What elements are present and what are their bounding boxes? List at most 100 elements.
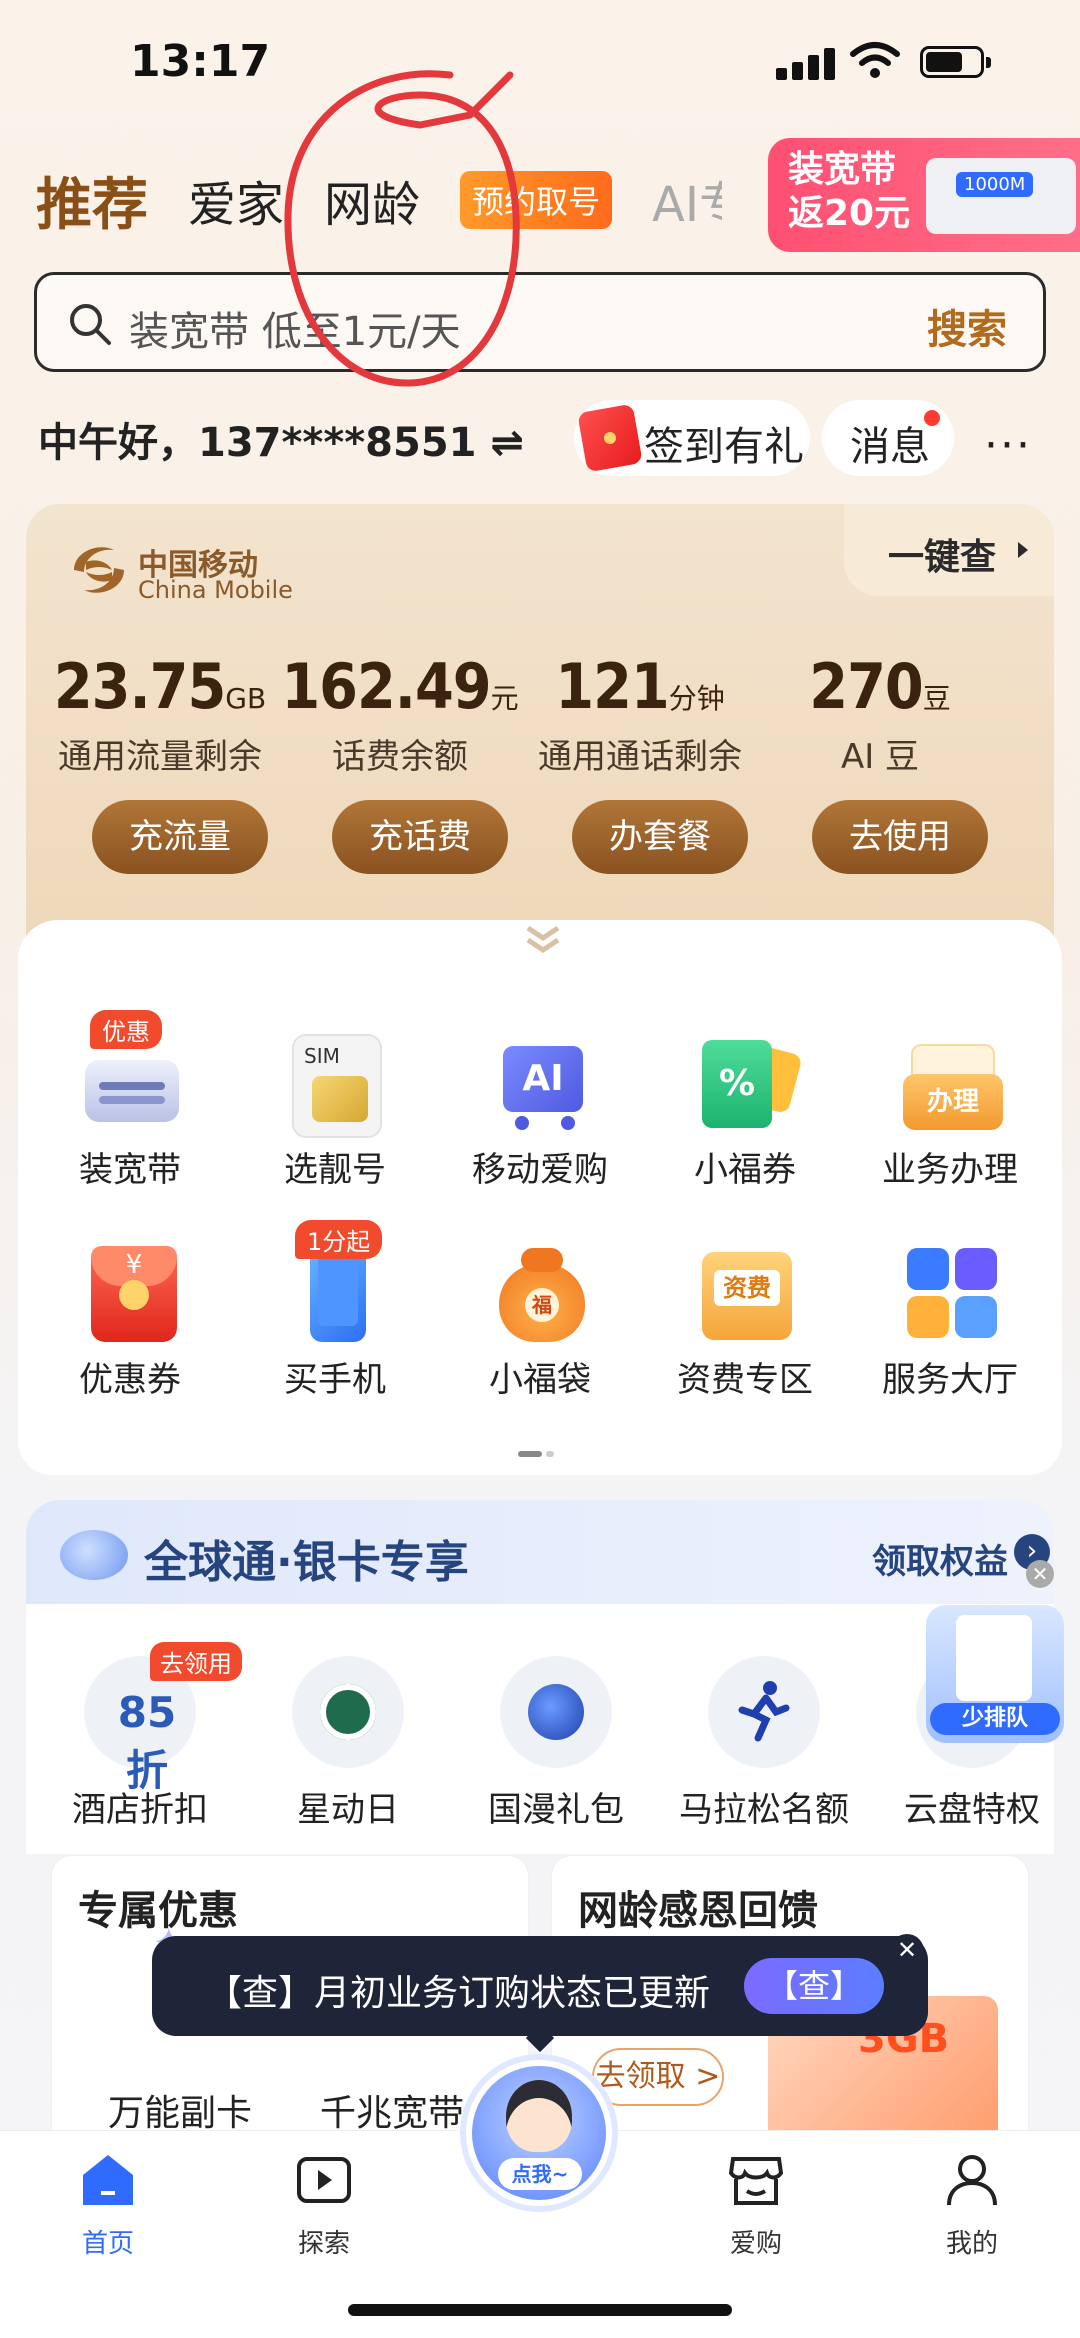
tab-shop[interactable]: 爱购 — [676, 2151, 836, 2260]
perk-hotel[interactable]: 85折 去领用 酒店折扣 — [40, 1642, 242, 1831]
service-broadband[interactable]: 优惠 装宽带 — [30, 1010, 230, 1191]
stat-unit: 元 — [490, 682, 519, 715]
promo-speed-tag: 1000M — [956, 172, 1034, 197]
assistant-label: 点我~ — [498, 2158, 582, 2190]
perks-panel: 85折 去领用 酒店折扣 星动日 国漫礼包 马拉松名额 云盘特权 — [26, 1604, 1054, 1854]
assistant-avatar-icon — [506, 2080, 572, 2152]
tab-network-age[interactable]: 网龄 — [324, 165, 420, 235]
queue-float-button[interactable]: 少排队 — [926, 1605, 1064, 1743]
recharge-balance-button[interactable]: 充话费 — [332, 800, 508, 874]
discount-text: 85折 — [117, 1688, 177, 1795]
stat-balance[interactable]: 162.49元 话费余额 — [280, 650, 520, 778]
tab-reserve-number[interactable]: 预约取号 — [460, 171, 613, 229]
toast-check-button[interactable]: 【查】 — [744, 1958, 884, 2014]
battery-icon — [920, 46, 991, 78]
tab-home-bottom[interactable]: 首页 — [28, 2151, 188, 2260]
perk-comic[interactable]: 国漫礼包 — [456, 1656, 656, 1831]
service-buy-phone[interactable]: 1分起 买手机 — [235, 1220, 435, 1401]
claim-benefits-link[interactable]: 领取权益 — [872, 1534, 1008, 1583]
search-icon — [70, 304, 111, 345]
service-label: 小福券 — [694, 1150, 796, 1190]
sim-card-icon: SIM — [280, 1030, 390, 1136]
user-icon — [947, 2155, 997, 2206]
greeting-phone[interactable]: 中午好，137****8551 ⇌ — [38, 410, 524, 468]
signin-button[interactable]: 签到有礼 — [574, 400, 810, 476]
stat-unit: 豆 — [922, 682, 951, 715]
business-text: 办理 — [903, 1074, 1003, 1130]
tariff-box-icon: 资费 — [690, 1240, 800, 1340]
stat-desc: 话费余额 — [332, 737, 468, 777]
globe-icon — [500, 1656, 612, 1768]
business-folder-icon: 办理 — [895, 1030, 1005, 1130]
recharge-data-button[interactable]: 充流量 — [92, 800, 268, 874]
coupon-percent-icon: % — [690, 1030, 803, 1130]
stat-value: 121 — [555, 650, 669, 723]
close-icon[interactable]: ✕ — [1026, 1560, 1054, 1588]
messages-label: 消息 — [850, 424, 930, 470]
home-indicator[interactable] — [348, 2304, 732, 2316]
promo-text: 装宽带 返20元 — [788, 149, 911, 234]
service-lucky-bag[interactable]: 福 小福袋 — [440, 1240, 640, 1401]
service-tariff[interactable]: 资费 资费专区 — [645, 1240, 845, 1401]
yuan-text: ¥ — [125, 1250, 143, 1280]
starbucks-icon — [292, 1656, 404, 1768]
plan-button[interactable]: 办套餐 — [572, 800, 748, 874]
broadband-promo-banner[interactable]: 装宽带 返20元 1000M — [768, 138, 1080, 252]
offer-sub-card[interactable]: 万能副卡 — [108, 2084, 252, 2136]
perk-badge: 去领用 — [150, 1642, 242, 1681]
global-card-header[interactable]: 全球通·银卡专享 领取权益 › — [26, 1500, 1054, 1620]
update-toast: 【查】月初业务订购状态已更新 【查】 ✕ — [152, 1934, 928, 2053]
stat-unit: GB — [225, 682, 267, 715]
perk-label: 马拉松名额 — [679, 1790, 849, 1830]
service-label: 选靓号 — [284, 1150, 386, 1190]
china-mobile-logo-icon — [74, 547, 124, 593]
service-pick-number[interactable]: SIM 选靓号 — [235, 1030, 435, 1191]
service-business[interactable]: 办理 业务办理 — [850, 1030, 1050, 1191]
perk-starbucks[interactable]: 星动日 — [248, 1656, 448, 1831]
stat-unit: 分钟 — [668, 682, 725, 715]
status-time: 13:17 — [130, 36, 271, 87]
offer-gigabit[interactable]: 千兆宽带 — [320, 2084, 464, 2136]
tab-recommend[interactable]: 推荐 — [36, 160, 148, 241]
stat-ai-beans[interactable]: 270豆 AI 豆 — [760, 650, 1000, 778]
tab-explore[interactable]: 探索 — [244, 2151, 404, 2260]
status-bar: 13:17 — [0, 0, 1080, 130]
quick-check-button[interactable]: 一键查 — [844, 504, 1054, 596]
service-label: 服务大厅 — [882, 1360, 1018, 1400]
more-menu-icon[interactable]: ··· — [984, 420, 1032, 471]
stat-voice[interactable]: 121分钟 通用通话剩余 — [520, 650, 760, 778]
global-card-title: 全球通·银卡专享 — [144, 1537, 469, 1588]
claim-button[interactable]: 去领取 > — [592, 2048, 724, 2106]
service-coupons[interactable]: % 小福券 — [645, 1030, 845, 1191]
service-hall[interactable]: 服务大厅 — [850, 1240, 1050, 1401]
signal-icon — [776, 46, 836, 80]
close-icon[interactable]: ✕ — [890, 1934, 924, 1968]
perk-marathon[interactable]: 马拉松名额 — [664, 1656, 864, 1831]
service-grid: 优惠 装宽带 SIM 选靓号 AI 移动爱购 % 小福券 办理 业务办理 ¥ 优… — [18, 920, 1062, 1475]
stat-data[interactable]: 23.75GB 通用流量剩余 — [40, 650, 280, 778]
tab-label: 我的 — [945, 2229, 998, 2259]
card-title: 网龄感恩回馈 — [578, 1888, 818, 1934]
ai-assistant-button[interactable]: 点我~ — [466, 2060, 612, 2206]
account-card: 中国移动 China Mobile 一键查 23.75GB 通用流量剩余 162… — [26, 504, 1054, 984]
tab-home[interactable]: 爱家 — [188, 165, 284, 235]
service-coupon-list[interactable]: ¥ 优惠券 — [30, 1240, 230, 1401]
service-ai-shop[interactable]: AI 移动爱购 — [440, 1030, 640, 1191]
service-badge: 优惠 — [90, 1010, 162, 1049]
service-label: 优惠券 — [79, 1360, 181, 1400]
use-beans-button[interactable]: 去使用 — [812, 800, 988, 874]
router-icon: 1000M — [926, 158, 1076, 234]
expand-chevron-icon[interactable] — [518, 920, 568, 960]
stat-desc: AI 豆 — [840, 737, 920, 777]
tab-ai[interactable]: AI专 — [652, 165, 722, 235]
search-button[interactable]: 搜索 — [927, 297, 1007, 355]
service-badge: 1分起 — [295, 1220, 383, 1259]
tab-mine[interactable]: 我的 — [892, 2151, 1052, 2260]
red-envelope-icon — [577, 403, 643, 473]
lucky-bag-icon: 福 — [485, 1240, 595, 1342]
service-hall-icon — [895, 1240, 1005, 1340]
search-bar[interactable]: 装宽带 低至1元/天 搜索 — [34, 272, 1046, 372]
unread-dot — [924, 410, 940, 426]
messages-button[interactable]: 消息 — [822, 400, 954, 476]
triangle-right-icon — [1018, 542, 1028, 558]
